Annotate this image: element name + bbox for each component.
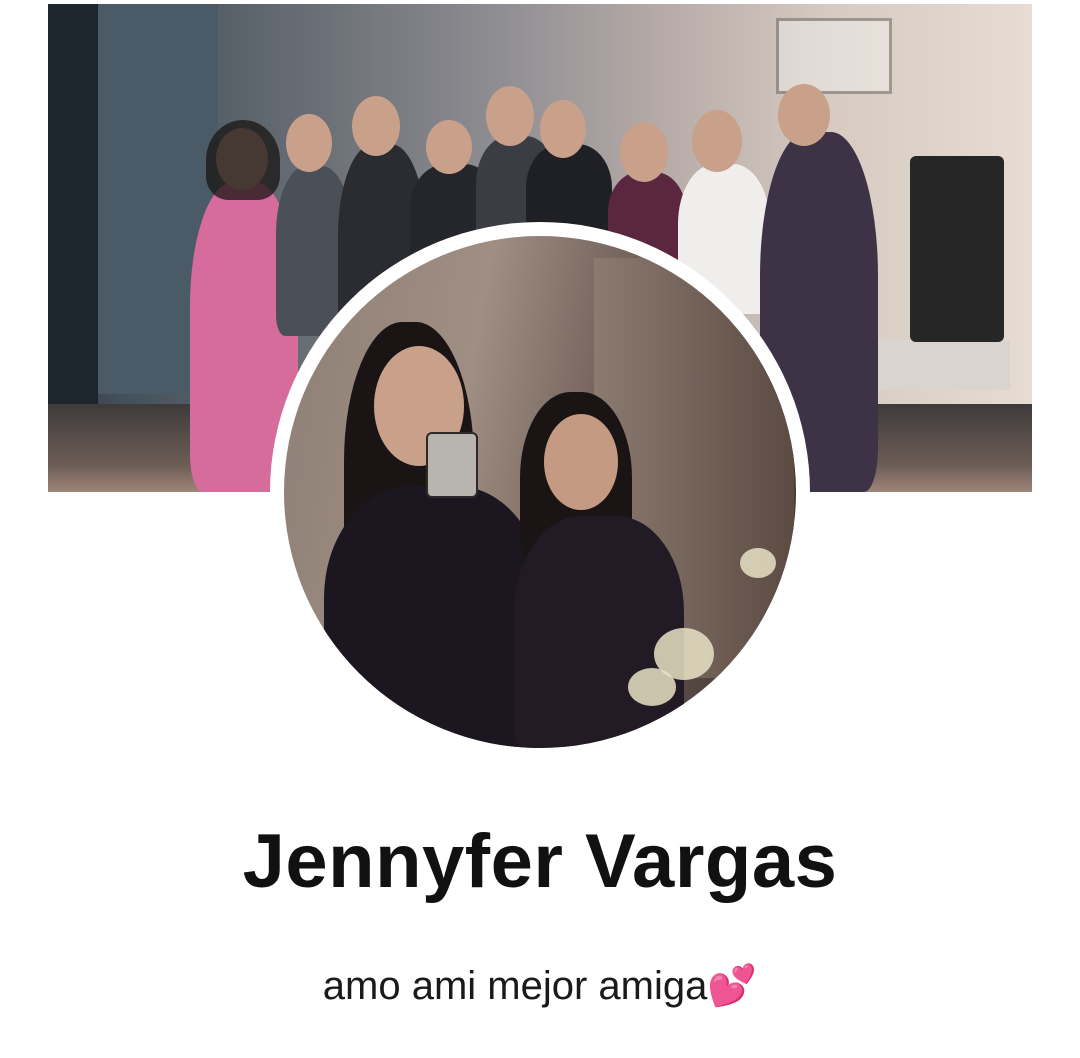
cover-person-head: [486, 86, 534, 146]
avatar-person-body: [514, 516, 684, 748]
cover-person-head: [426, 120, 472, 174]
cover-person-head: [620, 122, 668, 182]
cover-person-head: [540, 100, 586, 158]
cover-light-fixture: [776, 18, 892, 94]
phone-icon: [426, 432, 478, 498]
cover-person-head: [778, 84, 830, 146]
profile-avatar[interactable]: [284, 236, 796, 748]
profile-bio: amo ami mejor amiga💕: [0, 962, 1080, 1009]
avatar-flower: [628, 668, 676, 706]
cover-person-hair: [206, 120, 280, 200]
cover-person-head: [286, 114, 332, 172]
cover-person-head: [692, 110, 742, 172]
two-hearts-icon: 💕: [707, 964, 758, 1008]
cover-speaker: [910, 156, 1004, 342]
cover-person-head: [352, 96, 400, 156]
cover-table: [860, 340, 1010, 390]
avatar-person-body: [324, 486, 544, 748]
bio-text: amo ami mejor amiga: [322, 964, 708, 1008]
avatar-flower: [740, 548, 776, 578]
avatar-person-head: [544, 414, 618, 510]
profile-name: Jennyfer Vargas: [242, 819, 838, 904]
